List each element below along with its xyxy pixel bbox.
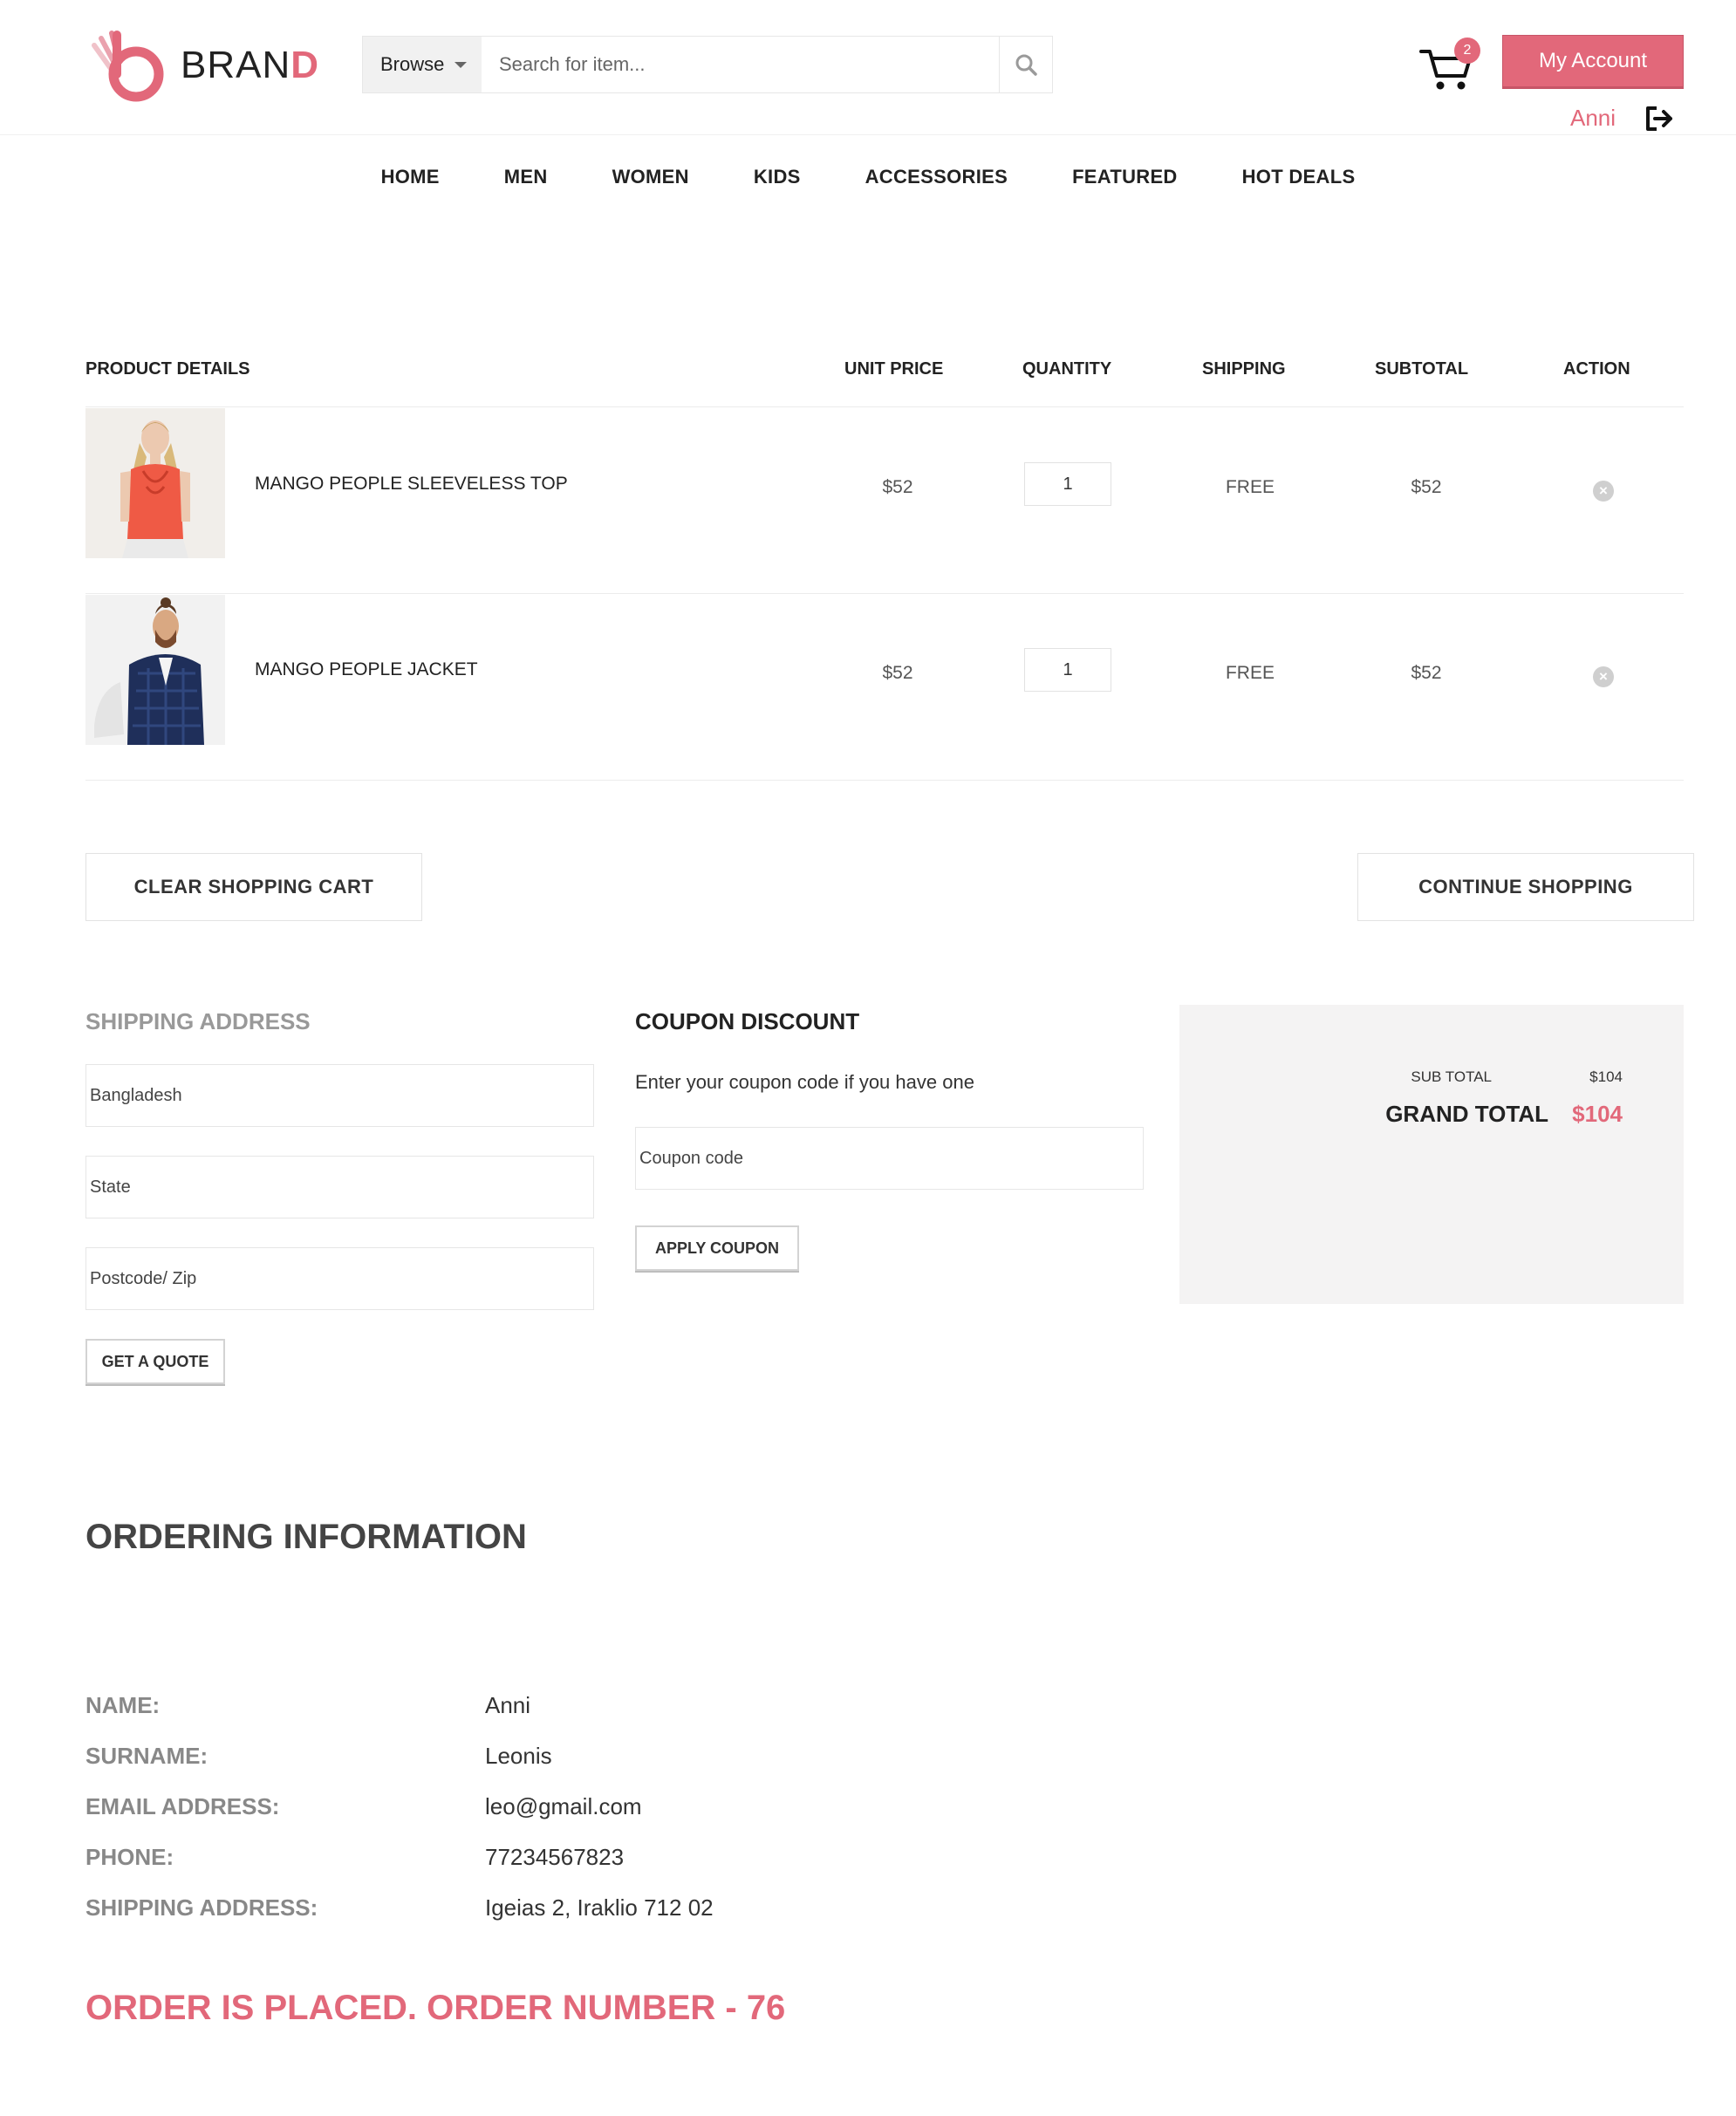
table-divider	[85, 406, 1684, 407]
subtotal-value: $52	[1411, 663, 1442, 683]
my-account-button[interactable]: My Account	[1502, 35, 1684, 87]
product-photo-jacket	[85, 595, 225, 745]
product-image-jacket[interactable]	[85, 595, 225, 745]
subtotal-value: $52	[1411, 477, 1442, 497]
name-value: Anni	[485, 1692, 531, 1718]
continue-shopping-button[interactable]: CONTINUE SHOPPING	[1357, 853, 1694, 921]
nav-women[interactable]: WOMEN	[612, 166, 689, 188]
caret-down-icon	[455, 61, 468, 68]
remove-item-button[interactable]: ×	[1593, 666, 1614, 687]
coupon-code-input[interactable]	[635, 1127, 1144, 1190]
header-divider	[0, 134, 1736, 135]
coupon-title: COUPON DISCOUNT	[635, 1008, 860, 1034]
product-name[interactable]: MANGO PEOPLE JACKET	[255, 659, 478, 680]
search-input[interactable]	[482, 37, 999, 92]
unit-price: $52	[882, 663, 913, 683]
product-name[interactable]: MANGO PEOPLE SLEEVELESS TOP	[255, 474, 568, 495]
close-icon: ×	[1599, 668, 1608, 685]
shipping-value: FREE	[1225, 477, 1275, 497]
browse-label: Browse	[380, 53, 445, 75]
remove-item-button[interactable]: ×	[1593, 481, 1614, 502]
clear-cart-button[interactable]: CLEAR SHOPPING CART	[85, 853, 422, 921]
table-divider	[85, 593, 1684, 594]
brand-name-accent: D	[290, 44, 320, 86]
subtotal-amount: $104	[1589, 1068, 1623, 1085]
country-field[interactable]	[85, 1064, 594, 1127]
coupon-hint: Enter your coupon code if you have one	[635, 1071, 974, 1093]
browse-dropdown[interactable]: Browse	[363, 37, 482, 92]
table-divider	[85, 780, 1684, 781]
product-image-top[interactable]	[85, 408, 225, 558]
search-button[interactable]	[999, 37, 1052, 92]
grand-total-amount: $104	[1572, 1101, 1623, 1127]
cart-count-badge: 2	[1454, 38, 1480, 64]
brand-logo[interactable]: BRAND	[85, 26, 321, 105]
header-subtotal: SUBTOTAL	[1375, 359, 1469, 379]
nav-kids[interactable]: KIDS	[754, 166, 801, 188]
header-shipping: SHIPPING	[1202, 359, 1286, 379]
email-label: EMAIL ADDRESS:	[85, 1793, 280, 1819]
nav-men[interactable]: MEN	[504, 166, 548, 188]
shipping-value: FREE	[1225, 663, 1275, 683]
phone-label: PHONE:	[85, 1844, 174, 1870]
shipping-address-title: SHIPPING ADDRESS	[85, 1008, 311, 1034]
get-quote-button[interactable]: GET A QUOTE	[85, 1339, 225, 1384]
state-field[interactable]	[85, 1156, 594, 1218]
apply-coupon-button[interactable]: APPLY COUPON	[635, 1225, 799, 1271]
surname-label: SURNAME:	[85, 1743, 208, 1769]
nav-home[interactable]: HOME	[381, 166, 440, 188]
product-photo-sleeveless-top	[85, 408, 225, 558]
logout-button[interactable]	[1644, 105, 1676, 133]
email-value: leo@gmail.com	[485, 1793, 642, 1819]
shipping-address-label: SHIPPING ADDRESS:	[85, 1894, 318, 1921]
user-name-link[interactable]: Anni	[1570, 105, 1616, 132]
shipping-address-value: Igeias 2, Iraklio 712 02	[485, 1894, 714, 1921]
close-icon: ×	[1599, 482, 1608, 499]
subtotal-label: SUB TOTAL	[1411, 1068, 1492, 1085]
grand-total-label: GRAND TOTAL	[1385, 1101, 1548, 1127]
quantity-input[interactable]	[1024, 648, 1111, 692]
main-nav: HOME MEN WOMEN KIDS ACCESSORIES FEATURED…	[0, 166, 1736, 188]
brand-name-main: BRAN	[181, 44, 291, 86]
search-bar: Browse	[362, 36, 1053, 93]
nav-featured[interactable]: FEATURED	[1072, 166, 1178, 188]
zip-field[interactable]	[85, 1247, 594, 1310]
brand-wordmark: BRAND	[181, 44, 319, 87]
order-confirmation: ORDER IS PLACED. ORDER NUMBER - 76	[85, 1989, 786, 2027]
brand-logo-icon	[92, 31, 164, 102]
unit-price: $52	[882, 477, 913, 497]
totals-panel: SUB TOTAL $104 GRAND TOTAL $104	[1179, 1005, 1684, 1304]
search-icon	[1015, 54, 1037, 76]
logout-icon	[1646, 106, 1672, 131]
name-label: NAME:	[85, 1692, 161, 1718]
header-quantity: QUANTITY	[1022, 359, 1112, 379]
ordering-info-title: ORDERING INFORMATION	[85, 1518, 527, 1556]
surname-value: Leonis	[485, 1743, 552, 1769]
quantity-input[interactable]	[1024, 462, 1111, 506]
header-unit-price: UNIT PRICE	[844, 359, 944, 379]
nav-hot-deals[interactable]: HOT DEALS	[1242, 166, 1356, 188]
header-action: ACTION	[1563, 359, 1630, 379]
nav-accessories[interactable]: ACCESSORIES	[865, 166, 1008, 188]
phone-value: 77234567823	[485, 1844, 625, 1870]
header-product-details: PRODUCT DETAILS	[85, 359, 250, 379]
